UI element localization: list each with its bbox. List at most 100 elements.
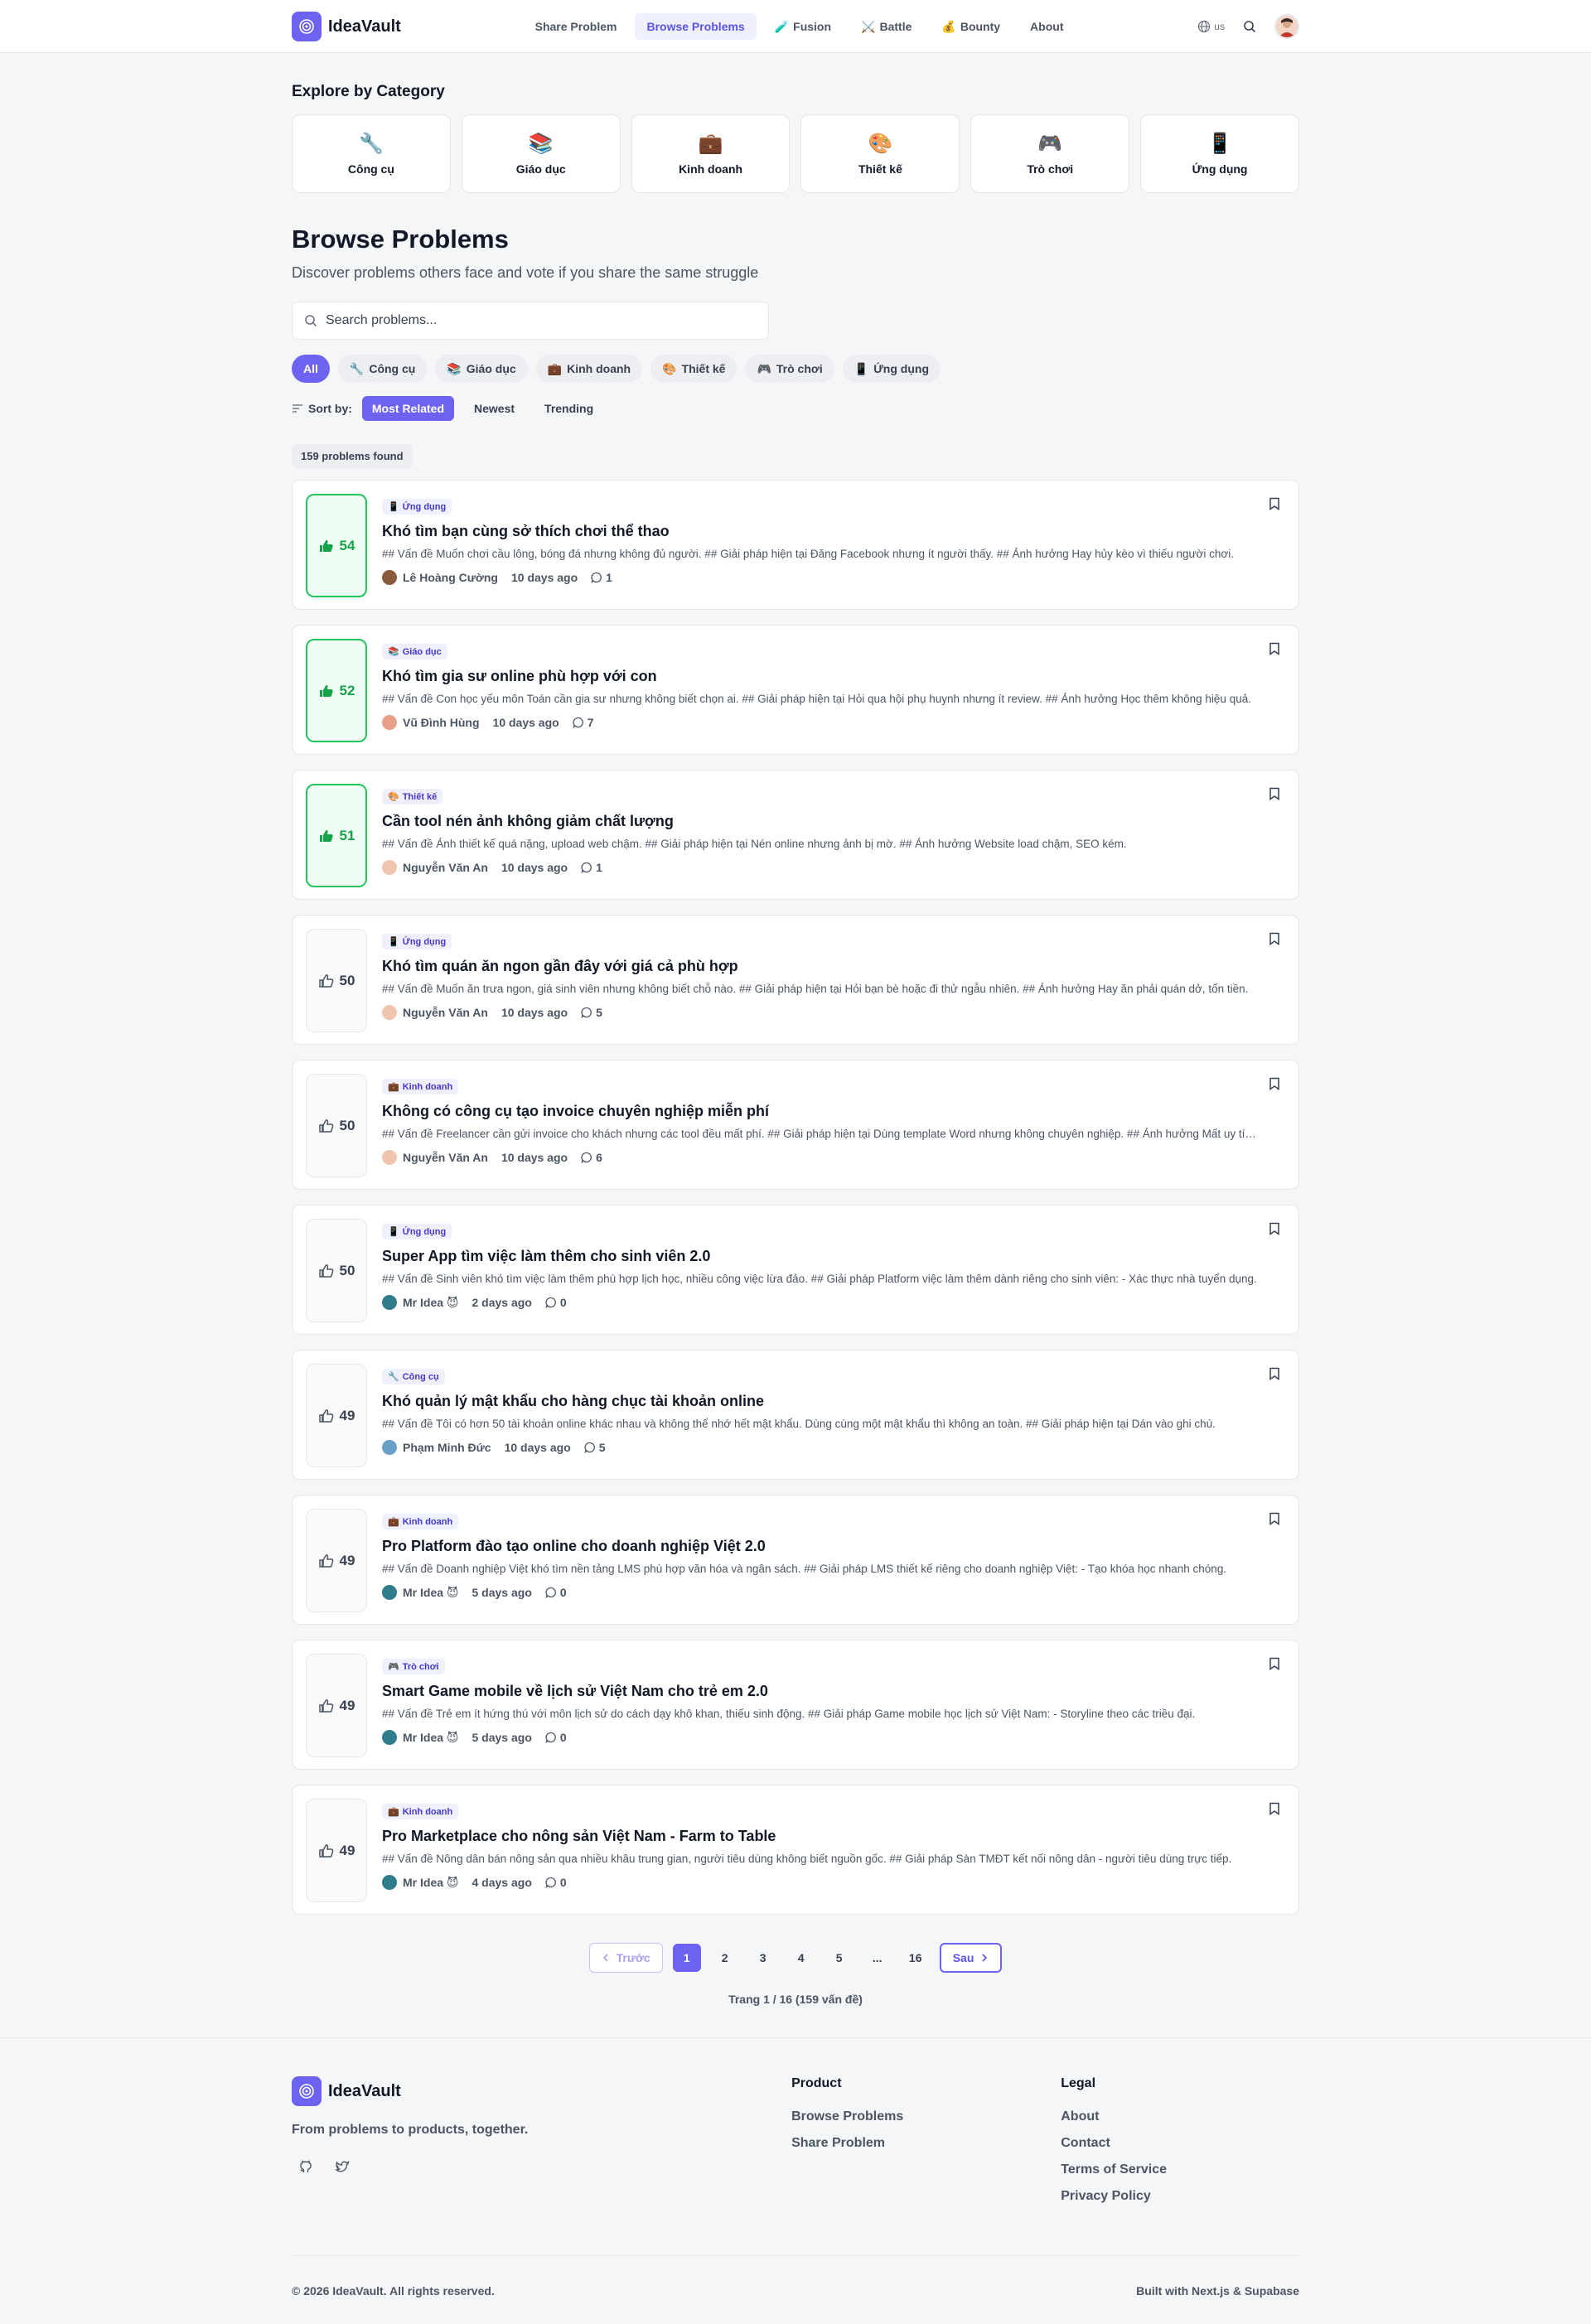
filter-chip-ung-dung[interactable]: 📱 Ứng dụng <box>842 355 941 383</box>
category-tag[interactable]: 📱 Ứng dụng <box>382 499 452 515</box>
problem-author[interactable]: Nguyễn Văn An <box>382 1150 488 1165</box>
category-card-giao-duc[interactable]: 📚 Giáo dục <box>461 114 621 193</box>
category-card-thiet-ke[interactable]: 🎨 Thiết kế <box>800 114 960 193</box>
page-number-2[interactable]: 2 <box>711 1944 739 1972</box>
problem-author[interactable]: Lê Hoàng Cường <box>382 570 498 585</box>
nav-about[interactable]: About <box>1018 13 1075 40</box>
sort-newest[interactable]: Newest <box>464 396 525 421</box>
bookmark-icon[interactable] <box>1269 1077 1280 1090</box>
sort-trending[interactable]: Trending <box>534 396 603 421</box>
problem-author[interactable]: Mr Idea 😈 <box>382 1295 459 1310</box>
problem-author[interactable]: Mr Idea 😈 <box>382 1875 459 1890</box>
bookmark-icon[interactable] <box>1269 642 1280 655</box>
category-tag[interactable]: 📱 Ứng dụng <box>382 934 452 949</box>
problem-card[interactable]: 49 💼 Kinh doanh Pro Platform đào tạo onl… <box>292 1495 1299 1625</box>
filter-chip-tro-choi[interactable]: 🎮 Trò chơi <box>745 355 834 383</box>
nav-share-problem[interactable]: Share Problem <box>524 13 629 40</box>
category-tag[interactable]: 🎮 Trò chơi <box>382 1659 445 1674</box>
category-card-tro-choi[interactable]: 🎮 Trò chơi <box>970 114 1130 193</box>
upvote-button[interactable]: 49 <box>306 1654 367 1757</box>
problem-card[interactable]: 50 📱 Ứng dụng Super App tìm việc làm thê… <box>292 1205 1299 1335</box>
problem-title[interactable]: Khó quản lý mật khẩu cho hàng chục tài k… <box>382 1393 1285 1410</box>
footer-link-contact[interactable]: Contact <box>1061 2136 1167 2151</box>
prev-page-button[interactable]: Trước <box>588 1943 663 1973</box>
page-number-5[interactable]: 5 <box>825 1944 854 1972</box>
filter-chip-cong-cu[interactable]: 🔧 Công cụ <box>337 355 428 383</box>
category-tag[interactable]: 💼 Kinh doanh <box>382 1079 459 1094</box>
page-number-4[interactable]: 4 <box>787 1944 815 1972</box>
problem-author[interactable]: Mr Idea 😈 <box>382 1730 459 1745</box>
problem-author[interactable]: Mr Idea 😈 <box>382 1585 459 1600</box>
bookmark-icon[interactable] <box>1269 1512 1280 1525</box>
problem-card[interactable]: 49 💼 Kinh doanh Pro Marketplace cho nông… <box>292 1785 1299 1915</box>
page-number-3[interactable]: 3 <box>749 1944 777 1972</box>
filter-chip-giao-duc[interactable]: 📚 Giáo dục <box>435 355 528 383</box>
footer-brand[interactable]: IdeaVault <box>292 2076 789 2106</box>
sort-most-related[interactable]: Most Related <box>361 396 455 421</box>
filter-chip-all[interactable]: All <box>292 355 330 383</box>
bookmark-icon[interactable] <box>1269 497 1280 510</box>
upvote-button[interactable]: 49 <box>306 1799 367 1902</box>
problem-card[interactable]: 51 🎨 Thiết kế Cần tool nén ảnh không giả… <box>292 770 1299 900</box>
upvote-button[interactable]: 54 <box>306 494 367 597</box>
problem-title[interactable]: Khó tìm quán ăn ngon gần đây với giá cả … <box>382 958 1285 975</box>
bookmark-icon[interactable] <box>1269 787 1280 800</box>
problem-author[interactable]: Nguyễn Văn An <box>382 860 488 875</box>
filter-chip-kinh-doanh[interactable]: 💼 Kinh doanh <box>535 355 643 383</box>
nav-bounty[interactable]: 💰 Bounty <box>930 13 1012 41</box>
language-switcher[interactable]: us <box>1197 20 1225 33</box>
upvote-button[interactable]: 51 <box>306 784 367 887</box>
category-tag[interactable]: 🔧 Công cụ <box>382 1369 445 1384</box>
nav-browse-problems[interactable]: Browse Problems <box>635 13 757 40</box>
upvote-button[interactable]: 52 <box>306 639 367 742</box>
problem-title[interactable]: Khó tìm gia sư online phù hợp với con <box>382 668 1285 685</box>
nav-battle[interactable]: ⚔️ Battle <box>849 13 923 41</box>
bookmark-icon[interactable] <box>1269 932 1280 945</box>
page-number-16[interactable]: 16 <box>902 1944 930 1972</box>
bookmark-icon[interactable] <box>1269 1802 1280 1815</box>
github-icon[interactable] <box>298 2159 313 2174</box>
problem-title[interactable]: Khó tìm bạn cùng sở thích chơi thể thao <box>382 523 1285 540</box>
footer-link-privacy[interactable]: Privacy Policy <box>1061 2189 1167 2204</box>
bookmark-icon[interactable] <box>1269 1222 1280 1235</box>
problem-author[interactable]: Vũ Đình Hùng <box>382 715 480 730</box>
category-tag[interactable]: 💼 Kinh doanh <box>382 1514 459 1529</box>
category-card-cong-cu[interactable]: 🔧 Công cụ <box>292 114 451 193</box>
category-tag[interactable]: 🎨 Thiết kế <box>382 789 443 804</box>
problem-card[interactable]: 49 🔧 Công cụ Khó quản lý mật khẩu cho hà… <box>292 1350 1299 1480</box>
brand-link[interactable]: IdeaVault <box>292 12 401 41</box>
footer-link-share-problem[interactable]: Share Problem <box>791 2136 903 2151</box>
problem-author[interactable]: Nguyễn Văn An <box>382 1005 488 1020</box>
problem-title[interactable]: Pro Marketplace cho nông sản Việt Nam - … <box>382 1828 1285 1845</box>
page-number-1[interactable]: 1 <box>672 1944 701 1972</box>
problem-card[interactable]: 52 📚 Giáo dục Khó tìm gia sư online phù … <box>292 625 1299 755</box>
problem-card[interactable]: 54 📱 Ứng dụng Khó tìm bạn cùng sở thích … <box>292 480 1299 610</box>
upvote-button[interactable]: 50 <box>306 1074 367 1177</box>
category-tag[interactable]: 💼 Kinh doanh <box>382 1804 459 1819</box>
problem-author[interactable]: Phạm Minh Đức <box>382 1440 491 1455</box>
problem-title[interactable]: Pro Platform đào tạo online cho doanh ng… <box>382 1538 1285 1555</box>
bookmark-icon[interactable] <box>1269 1657 1280 1670</box>
filter-chip-thiet-ke[interactable]: 🎨 Thiết kế <box>650 355 737 383</box>
bookmark-icon[interactable] <box>1269 1367 1280 1380</box>
search-icon[interactable] <box>1243 20 1256 33</box>
upvote-button[interactable]: 50 <box>306 1219 367 1322</box>
user-avatar[interactable] <box>1274 14 1299 39</box>
problem-title[interactable]: Không có công cụ tạo invoice chuyên nghi… <box>382 1103 1285 1120</box>
footer-link-about[interactable]: About <box>1061 2109 1167 2124</box>
category-tag[interactable]: 📚 Giáo dục <box>382 644 447 660</box>
twitter-icon[interactable] <box>335 2159 350 2174</box>
category-card-kinh-doanh[interactable]: 💼 Kinh doanh <box>631 114 791 193</box>
footer-link-terms[interactable]: Terms of Service <box>1061 2162 1167 2177</box>
category-tag[interactable]: 📱 Ứng dụng <box>382 1224 452 1239</box>
problem-card[interactable]: 50 📱 Ứng dụng Khó tìm quán ăn ngon gần đ… <box>292 915 1299 1045</box>
problem-card[interactable]: 50 💼 Kinh doanh Không có công cụ tạo inv… <box>292 1060 1299 1190</box>
problem-card[interactable]: 49 🎮 Trò chơi Smart Game mobile về lịch … <box>292 1640 1299 1770</box>
problem-title[interactable]: Cần tool nén ảnh không giảm chất lượng <box>382 813 1285 830</box>
nav-fusion[interactable]: 🧪 Fusion <box>763 13 843 41</box>
problem-title[interactable]: Super App tìm việc làm thêm cho sinh viê… <box>382 1248 1285 1265</box>
problem-title[interactable]: Smart Game mobile về lịch sử Việt Nam ch… <box>382 1683 1285 1700</box>
upvote-button[interactable]: 49 <box>306 1509 367 1612</box>
category-card-ung-dung[interactable]: 📱 Ứng dụng <box>1140 114 1299 193</box>
search-input[interactable] <box>326 313 757 328</box>
